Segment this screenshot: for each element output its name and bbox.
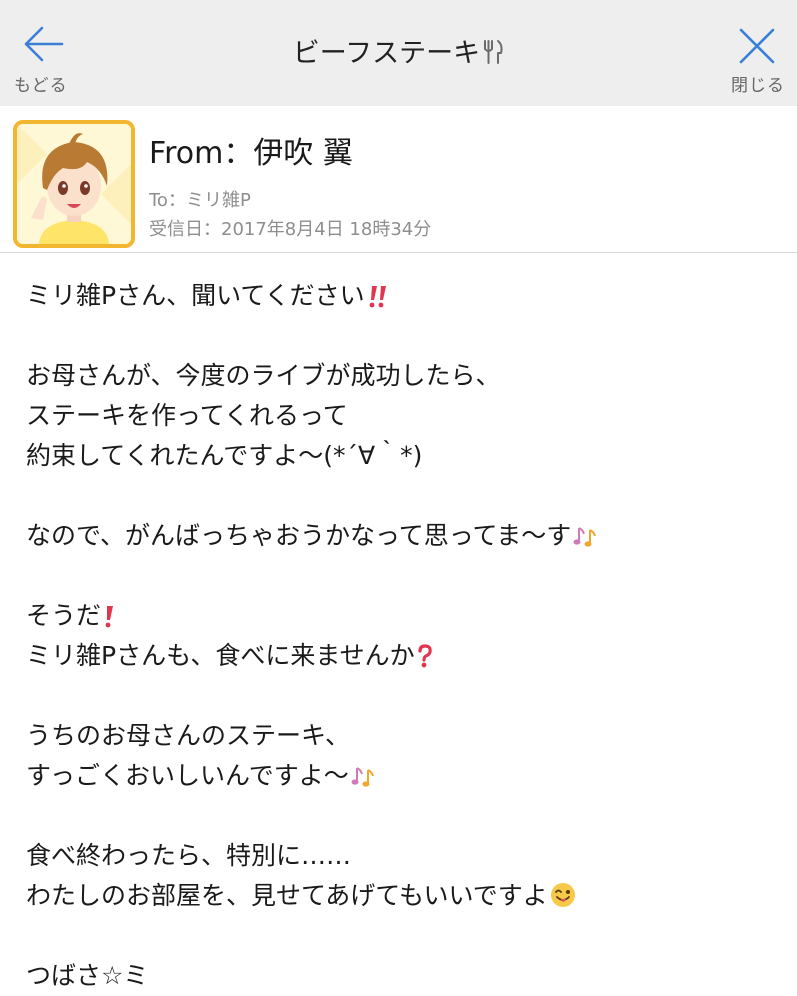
body-text: わたしのお部屋を、見せてあげてもいいですよ (26, 881, 548, 910)
sender: From：伊吹 翼 (149, 136, 353, 171)
body-text: ミリ雑Pさんも、食べに来ませんか (26, 641, 415, 670)
close-icon (739, 28, 775, 64)
exclamation-icon (105, 606, 114, 628)
message-body: ミリ雑Pさん、聞いてください お母さんが、今度のライブが成功したら、 ステーキを… (26, 276, 786, 996)
double-exclamation-icon (369, 286, 386, 308)
close-label: 閉じる (731, 76, 785, 96)
body-line: そうだ (26, 596, 786, 636)
body-line: ステーキを作ってくれるって (26, 401, 348, 430)
body-line: ミリ雑Pさんも、食べに来ませんか (26, 636, 786, 676)
avatar-illustration (17, 124, 131, 244)
body-line: 食べ終わったら、特別に…… (26, 841, 352, 870)
body-text: そうだ (26, 601, 102, 630)
page-title-text: ビーフステーキ (292, 38, 481, 69)
message-header: From：伊吹 翼 To：ミリ雑P 受信日：2017年8月4日 18時34分 (0, 106, 797, 253)
body-text: なので、がんばっちゃおうかなって思ってま〜す (26, 521, 572, 550)
winking-tongue-face-icon (550, 883, 575, 907)
page-title: ビーフステーキ (0, 31, 797, 70)
body-line: すっごくおいしいんですよ〜 (26, 756, 786, 796)
avatar (13, 120, 135, 248)
body-line: 約束してくれたんですよ〜(*´∀｀*) (26, 441, 423, 470)
music-notes-icon (573, 527, 597, 547)
close-button[interactable]: 閉じる (725, 24, 789, 96)
top-bar: もどる ビーフステーキ 閉じる (0, 0, 797, 106)
body-line: うちのお母さんのステーキ、 (26, 721, 351, 750)
body-line: ミリ雑Pさん、聞いてください (26, 276, 786, 316)
body-line: なので、がんばっちゃおうかなって思ってま〜す (26, 516, 786, 556)
body-line: お母さんが、今度のライブが成功したら、 (26, 361, 501, 390)
recipient: To：ミリ雑P (149, 190, 251, 211)
signature: つばさ☆ミ (26, 961, 149, 990)
question-icon (417, 644, 432, 668)
body-text: ミリ雑Pさん、聞いてください (26, 281, 365, 310)
fork-knife-icon (484, 40, 503, 64)
back-label: もどる (14, 76, 68, 96)
body-text: すっごくおいしいんですよ〜 (26, 761, 349, 790)
body-line: わたしのお部屋を、見せてあげてもいいですよ (26, 876, 786, 916)
music-notes-icon (351, 767, 374, 787)
received-date: 受信日：2017年8月4日 18時34分 (149, 219, 432, 240)
